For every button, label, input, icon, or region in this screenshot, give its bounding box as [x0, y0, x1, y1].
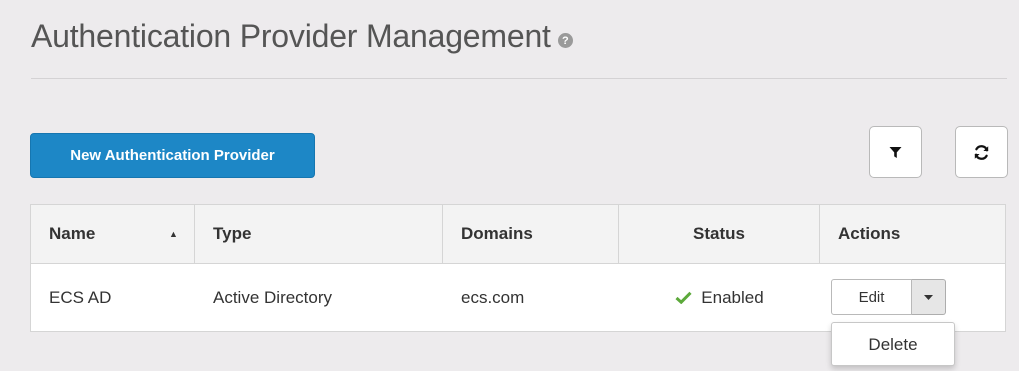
actions-dropdown-toggle[interactable]: [912, 279, 946, 315]
page-title: Authentication Provider Management: [31, 18, 551, 54]
header-divider: [31, 78, 1007, 79]
delete-menu-item[interactable]: Delete: [832, 323, 954, 365]
column-header-label: Status: [693, 224, 745, 243]
column-header-actions: Actions: [820, 205, 1005, 263]
help-icon[interactable]: ?: [557, 33, 573, 48]
refresh-icon: [974, 144, 989, 160]
column-header-name[interactable]: Name ▲: [31, 205, 195, 263]
refresh-button[interactable]: [955, 126, 1008, 178]
filter-button[interactable]: [869, 126, 922, 178]
column-header-domains[interactable]: Domains: [443, 205, 619, 263]
column-header-type[interactable]: Type: [195, 205, 443, 263]
column-header-label: Actions: [838, 224, 901, 243]
cell-name: ECS AD: [49, 288, 112, 307]
table-header: Name ▲ Type Domains Status Actions: [31, 205, 1005, 264]
cell-type: Active Directory: [213, 288, 333, 307]
sort-ascending-icon: ▲: [169, 229, 178, 239]
caret-down-icon: [924, 294, 933, 300]
cell-domains: ecs.com: [461, 288, 525, 307]
status-label: Enabled: [701, 288, 764, 307]
cell-status: Enabled: [619, 264, 820, 331]
column-header-status[interactable]: Status: [619, 205, 820, 263]
actions-dropdown-menu: Delete: [831, 322, 955, 366]
new-authentication-provider-button[interactable]: New Authentication Provider: [30, 133, 315, 178]
page-header: Authentication Provider Management ?: [31, 18, 573, 55]
checkmark-icon: [675, 291, 692, 304]
column-header-label: Name: [49, 224, 96, 243]
column-header-label: Type: [213, 224, 252, 243]
column-header-label: Domains: [461, 224, 533, 243]
edit-button[interactable]: Edit: [831, 279, 912, 315]
filter-icon: [889, 146, 902, 158]
row-actions-split-button: Edit: [831, 279, 946, 315]
